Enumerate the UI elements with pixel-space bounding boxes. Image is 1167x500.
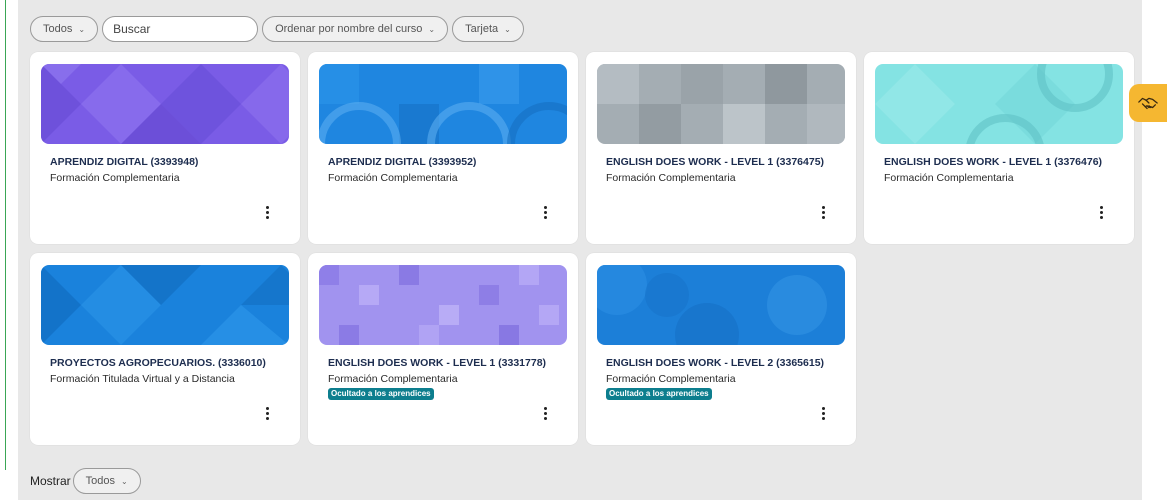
course-category: Formación Complementaria <box>328 172 458 184</box>
left-accent-line <box>5 0 6 470</box>
course-card[interactable]: ENGLISH DOES WORK - LEVEL 2 (3365615) Fo… <box>586 253 856 445</box>
chevron-down-icon: ⌄ <box>504 24 511 34</box>
course-actions-menu-icon[interactable] <box>816 202 830 222</box>
chevron-down-icon: ⌄ <box>428 24 436 34</box>
course-category: Formación Titulada Virtual y a Distancia <box>50 373 235 385</box>
course-actions-menu-icon[interactable] <box>538 403 552 423</box>
course-category: Formación Complementaria <box>50 172 180 184</box>
course-actions-menu-icon[interactable] <box>538 202 552 222</box>
course-category: Formación Complementaria <box>328 373 458 385</box>
view-dropdown-label: Tarjeta <box>465 23 499 35</box>
course-title[interactable]: APRENDIZ DIGITAL (3393948) <box>50 156 290 168</box>
course-actions-menu-icon[interactable] <box>260 202 274 222</box>
course-banner-image[interactable] <box>597 265 845 345</box>
course-card[interactable]: ENGLISH DOES WORK - LEVEL 1 (3331778) Fo… <box>308 253 578 445</box>
chevron-down-icon: ⌄ <box>121 476 128 486</box>
search-input[interactable] <box>102 16 259 42</box>
course-actions-menu-icon[interactable] <box>1094 202 1108 222</box>
course-card[interactable]: ENGLISH DOES WORK - LEVEL 1 (3376476) Fo… <box>864 52 1134 244</box>
chevron-down-icon: ⌄ <box>78 24 86 34</box>
course-title[interactable]: ENGLISH DOES WORK - LEVEL 1 (3376476) <box>884 156 1124 168</box>
show-label: Mostrar <box>30 474 71 488</box>
help-handshake-button[interactable] <box>1129 84 1167 122</box>
course-toolbar: Todos ⌄ Ordenar por nombre del curso ⌄ T… <box>30 16 524 42</box>
course-category: Formación Complementaria <box>606 373 736 385</box>
hidden-status-badge: Ocultado a los aprendices <box>606 388 712 400</box>
course-actions-menu-icon[interactable] <box>260 403 274 423</box>
course-title[interactable]: ENGLISH DOES WORK - LEVEL 1 (3376475) <box>606 156 846 168</box>
course-banner-image[interactable] <box>41 64 289 144</box>
course-category: Formación Complementaria <box>884 172 1014 184</box>
course-category: Formación Complementaria <box>606 172 736 184</box>
view-dropdown[interactable]: Tarjeta ⌄ <box>452 16 524 42</box>
course-banner-image[interactable] <box>875 64 1123 144</box>
course-banner-image[interactable] <box>597 64 845 144</box>
course-overview-panel: Todos ⌄ Ordenar por nombre del curso ⌄ T… <box>18 0 1142 500</box>
handshake-icon <box>1138 97 1158 110</box>
show-count-value: Todos <box>85 475 116 487</box>
course-actions-menu-icon[interactable] <box>816 403 830 423</box>
course-title[interactable]: PROYECTOS AGROPECUARIOS. (3336010) <box>50 357 290 369</box>
sort-dropdown-label: Ordenar por nombre del curso <box>275 23 423 35</box>
hidden-status-badge: Ocultado a los aprendices <box>328 388 434 400</box>
course-card[interactable]: APRENDIZ DIGITAL (3393952) Formación Com… <box>308 52 578 244</box>
sort-dropdown[interactable]: Ordenar por nombre del curso ⌄ <box>262 16 449 42</box>
pagination-footer: Mostrar Todos ⌄ <box>30 468 141 494</box>
course-banner-image[interactable] <box>41 265 289 345</box>
course-title[interactable]: ENGLISH DOES WORK - LEVEL 1 (3331778) <box>328 357 568 369</box>
course-card[interactable]: APRENDIZ DIGITAL (3393948) Formación Com… <box>30 52 300 244</box>
filter-dropdown-label: Todos <box>43 23 73 35</box>
show-count-dropdown[interactable]: Todos ⌄ <box>72 468 141 494</box>
filter-dropdown[interactable]: Todos ⌄ <box>30 16 99 42</box>
course-card[interactable]: PROYECTOS AGROPECUARIOS. (3336010) Forma… <box>30 253 300 445</box>
course-banner-image[interactable] <box>319 265 567 345</box>
page: Todos ⌄ Ordenar por nombre del curso ⌄ T… <box>0 0 1167 500</box>
course-grid: APRENDIZ DIGITAL (3393948) Formación Com… <box>30 52 1134 445</box>
course-card[interactable]: ENGLISH DOES WORK - LEVEL 1 (3376475) Fo… <box>586 52 856 244</box>
course-title[interactable]: ENGLISH DOES WORK - LEVEL 2 (3365615) <box>606 357 846 369</box>
course-title[interactable]: APRENDIZ DIGITAL (3393952) <box>328 156 568 168</box>
course-banner-image[interactable] <box>319 64 567 144</box>
